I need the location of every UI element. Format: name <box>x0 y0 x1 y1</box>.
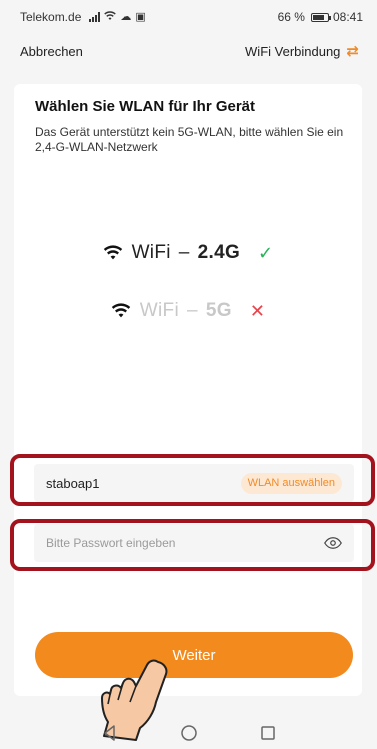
clock: 08:41 <box>332 10 363 24</box>
password-input[interactable] <box>46 536 296 550</box>
wifi-icon <box>103 245 122 260</box>
connection-mode-switch[interactable]: WiFi Verbindung ⇄ <box>245 44 359 59</box>
next-button[interactable]: Weiter <box>35 632 353 678</box>
page-description: Das Gerät unterstützt kein 5G-WLAN, bitt… <box>35 125 344 154</box>
wifi-status-icon <box>104 10 117 24</box>
wifi-dash: – <box>186 300 198 321</box>
wifi-dash: – <box>178 242 190 263</box>
swap-arrows-icon: ⇄ <box>346 42 359 60</box>
wifi-label: WiFi <box>139 300 179 321</box>
signal-icon <box>89 12 101 22</box>
back-icon[interactable] <box>101 724 119 742</box>
status-left: Telekom.de ☁ ▣ <box>20 10 146 24</box>
wifi-label: WiFi <box>131 242 171 263</box>
cloud-icon: ☁ <box>120 10 132 23</box>
nav-bar: Abbrechen WiFi Verbindung ⇄ <box>0 34 377 68</box>
home-icon[interactable] <box>180 724 198 742</box>
wifi-option-5g: WiFi – 5G ✕ <box>14 300 362 322</box>
wifi-band-label: 5G <box>205 300 232 321</box>
wifi-band-label: 2.4G <box>197 242 241 263</box>
cancel-button[interactable]: Abbrechen <box>20 44 83 59</box>
ssid-field[interactable]: staboap1 WLAN auswählen <box>34 464 354 502</box>
cross-icon: ✕ <box>249 300 266 321</box>
eye-icon[interactable] <box>324 537 342 549</box>
battery-icon <box>310 12 331 22</box>
ssid-value[interactable]: staboap1 <box>46 476 100 491</box>
wifi-option-2-4g: WiFi – 2.4G ✓ <box>14 242 362 264</box>
password-field[interactable] <box>34 524 354 562</box>
page-title: Wählen Sie WLAN für Ihr Gerät <box>35 98 256 115</box>
wifi-icon <box>111 303 130 318</box>
wifi-selection-card: Wählen Sie WLAN für Ihr Gerät Das Gerät … <box>14 84 362 696</box>
connection-mode-label: WiFi Verbindung <box>245 43 341 59</box>
notification-icon: ▣ <box>135 10 146 23</box>
check-icon: ✓ <box>258 242 274 263</box>
status-right: 66 % 08:41 <box>278 10 363 24</box>
status-bar: Telekom.de ☁ ▣ 66 % 08:41 <box>0 0 377 34</box>
battery-percent: 66 % <box>277 10 305 24</box>
select-wlan-button[interactable]: WLAN auswählen <box>240 472 342 494</box>
system-navigation-bar <box>0 716 377 749</box>
carrier-name: Telekom.de <box>20 10 82 24</box>
recents-icon[interactable] <box>259 724 277 742</box>
